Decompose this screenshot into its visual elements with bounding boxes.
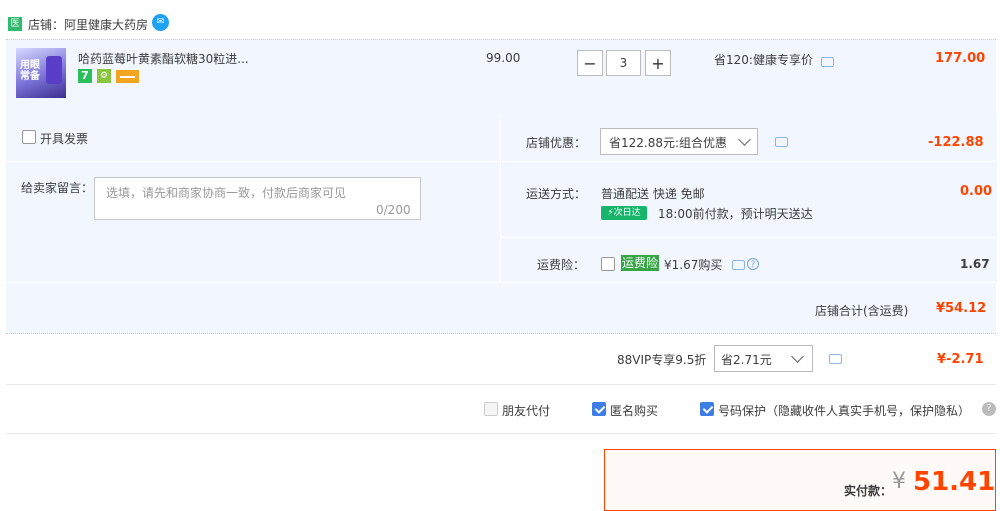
seven-day-return-icon: 7	[78, 69, 92, 83]
product-title[interactable]: 哈药蓝莓叶黄素酯软糖30粒进...	[78, 50, 249, 67]
vip-discount-label: 88VIP专享9.5折	[617, 353, 707, 367]
thumbnail-text: 用眼常备	[20, 60, 40, 82]
phone-protection-checkbox[interactable]	[700, 402, 714, 416]
payment-amount: 51.41	[913, 467, 996, 497]
card-icon	[116, 70, 139, 83]
unit-price: 99.00	[486, 51, 521, 65]
invoice-label[interactable]: 开具发票	[40, 130, 88, 147]
insurance-checkbox[interactable]	[601, 257, 615, 271]
wangwang-chat-icon[interactable]: ✉	[152, 14, 169, 31]
quantity-increase-button[interactable]: +	[645, 50, 671, 76]
item-total: 177.00	[935, 51, 986, 66]
insurance-badge: 运费险	[621, 255, 660, 271]
vip-discount-amount: ¥-2.71	[937, 352, 984, 367]
currency-symbol: ¥	[892, 469, 906, 494]
memo-placeholder: 选填，请先和商家协商一致，付款后商家可见	[106, 186, 347, 200]
friend-pay-checkbox[interactable]	[484, 402, 498, 416]
bottle-icon	[46, 56, 62, 84]
shop-header	[0, 0, 1000, 38]
promo-info-icon[interactable]	[821, 57, 834, 67]
android-icon: ⚙	[97, 69, 111, 83]
divider	[6, 161, 500, 162]
anonymous-purchase-checkbox[interactable]	[592, 402, 606, 416]
divider	[501, 237, 996, 238]
memo-label: 给卖家留言：	[21, 181, 94, 195]
shipping-fee: 0.00	[960, 184, 993, 199]
vip-selected-value: 省2.71元	[721, 353, 772, 367]
delivery-eta: 18:00前付款，预计明天送达	[658, 207, 813, 221]
insurance-label: 运费险：	[537, 258, 586, 272]
insurance-price: ¥1.67购买	[664, 258, 723, 272]
invoice-checkbox[interactable]	[22, 130, 36, 144]
shipping-method: 普通配送 快递 免邮	[601, 187, 705, 201]
friend-pay-label[interactable]: 朋友代付	[502, 402, 550, 419]
shop-total-amount: ¥54.12	[936, 301, 987, 316]
next-day-badge: ⚡次日达	[601, 206, 647, 220]
discount-amount: -122.88	[928, 135, 984, 150]
phone-protection-label[interactable]: 号码保护（隐藏收件人真实手机号，保护隐私）	[718, 402, 970, 419]
discount-info-icon[interactable]	[775, 137, 788, 147]
help-icon[interactable]: ?	[747, 258, 759, 270]
divider	[6, 384, 996, 385]
anonymous-purchase-label[interactable]: 匿名购买	[610, 402, 658, 419]
discount-selected-value: 省122.88元:组合优惠	[609, 136, 728, 150]
divider	[6, 433, 996, 434]
shop-name[interactable]: 店铺：阿里健康大药房	[28, 16, 148, 33]
item-promo-text: 省120:健康专享价	[714, 53, 813, 67]
divider	[501, 161, 996, 162]
vip-info-icon[interactable]	[829, 354, 842, 364]
payment-label: 实付款：	[844, 484, 893, 498]
insurance-info-icon[interactable]	[732, 260, 745, 270]
pharmacy-badge-icon: 医	[8, 17, 22, 31]
quantity-decrease-button[interactable]: −	[577, 50, 603, 76]
shop-total-label: 店铺合计(含运费)	[815, 304, 909, 318]
help-icon[interactable]: ?	[982, 402, 996, 416]
discount-label: 店铺优惠：	[526, 136, 587, 150]
insurance-amount: 1.67	[960, 257, 990, 271]
memo-char-count: 0/200	[376, 203, 411, 217]
quantity-input[interactable]: 3	[606, 50, 641, 76]
shipping-label: 运送方式：	[526, 187, 587, 201]
